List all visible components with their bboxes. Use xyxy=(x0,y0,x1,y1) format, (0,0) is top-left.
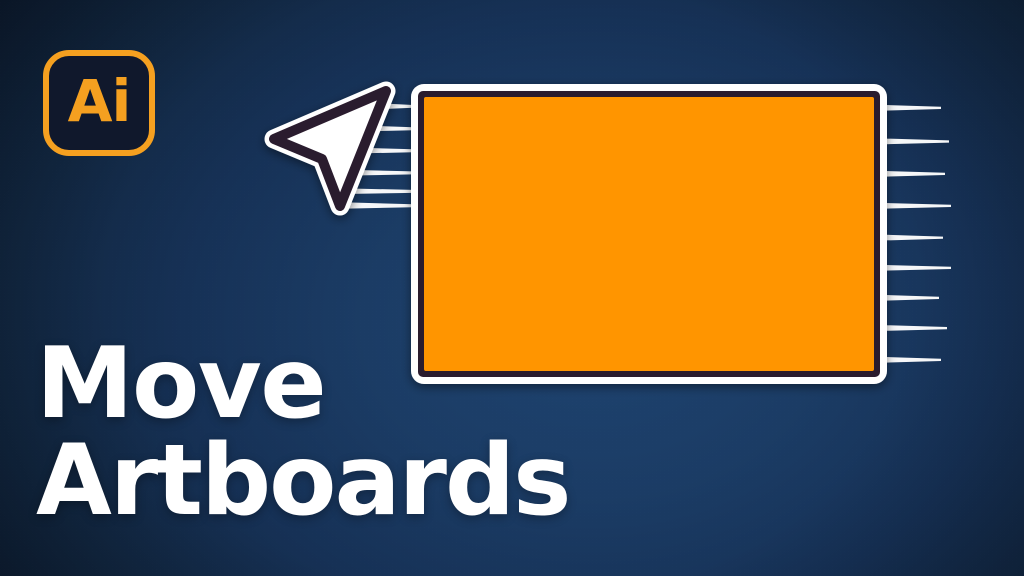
artboard-fill xyxy=(424,97,874,371)
page-title-line-2: Artboards xyxy=(36,424,571,539)
thumbnail-canvas: Ai Move Artboards xyxy=(0,0,1024,576)
page-title-line-1: Move xyxy=(36,327,327,441)
motion-lines-right xyxy=(886,105,951,363)
page-title: Move Artboards xyxy=(36,327,571,539)
arrow-cursor-icon[interactable] xyxy=(264,81,396,216)
